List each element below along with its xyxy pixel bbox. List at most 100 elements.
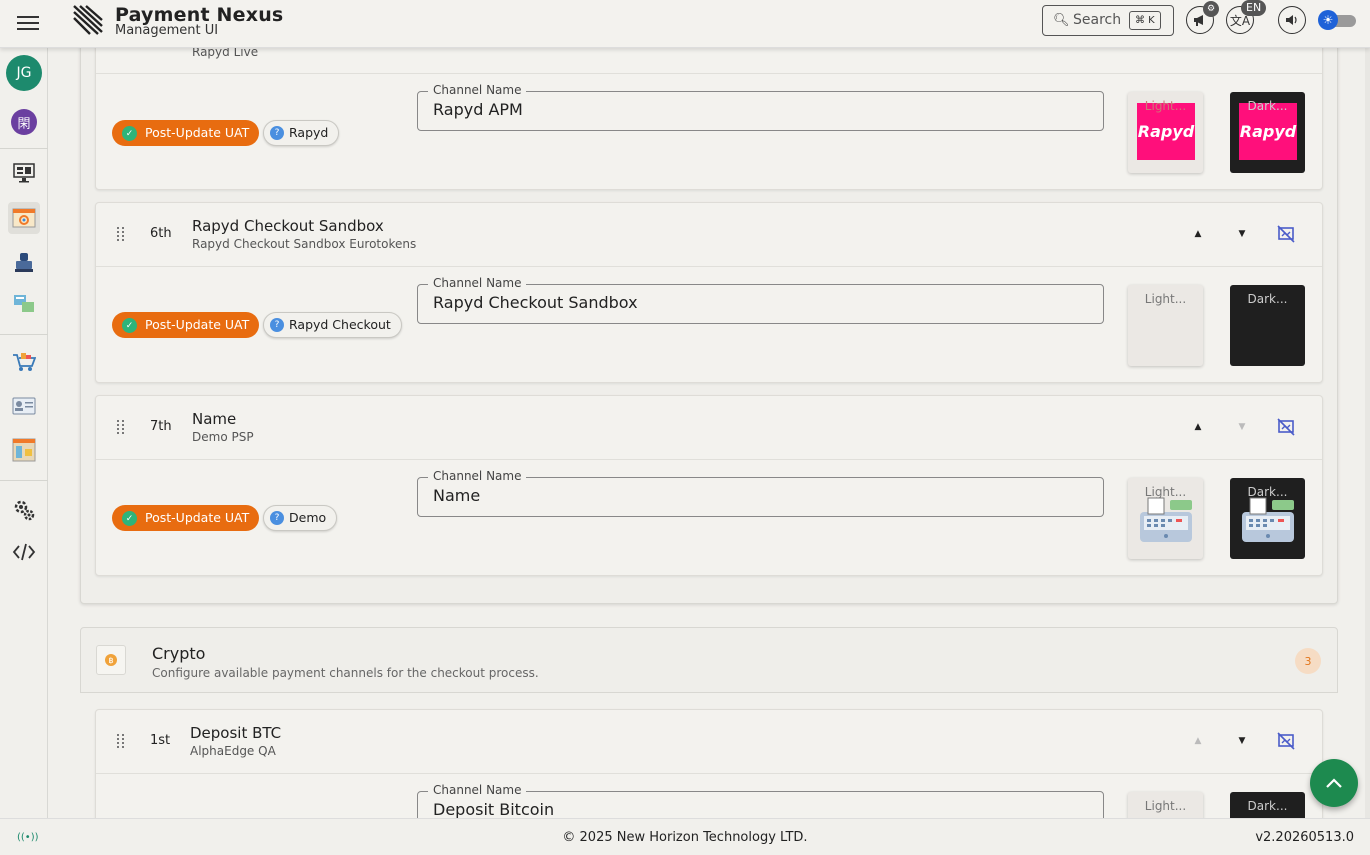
dark-label: Dark... bbox=[1247, 799, 1288, 813]
sidebar-item-settings[interactable] bbox=[8, 494, 40, 526]
sound-button[interactable] bbox=[1278, 6, 1306, 34]
dark-logo-tile[interactable]: Rapyd Dark... bbox=[1230, 92, 1305, 173]
drag-handle-icon[interactable] bbox=[117, 734, 127, 748]
move-up-icon[interactable]: ▲ bbox=[1189, 418, 1207, 436]
sidebar-item-integrations[interactable] bbox=[8, 288, 40, 320]
channel-subtitle: AlphaEdge QA bbox=[190, 744, 276, 758]
channel-name-input[interactable] bbox=[433, 100, 1083, 119]
psp-label: Demo bbox=[289, 510, 327, 525]
sidebar-item-shop[interactable] bbox=[8, 346, 40, 378]
sidebar-item-reports[interactable] bbox=[8, 434, 40, 466]
help-icon: ? bbox=[270, 511, 284, 525]
sidebar-item-contacts[interactable] bbox=[8, 390, 40, 422]
uat-label: Post-Update UAT bbox=[145, 510, 250, 525]
menu-icon[interactable] bbox=[17, 13, 39, 33]
drag-handle-icon[interactable] bbox=[117, 420, 127, 434]
light-logo-tile[interactable]: Light... bbox=[1128, 478, 1203, 559]
uat-label: Post-Update UAT bbox=[145, 125, 250, 140]
channel-name-field[interactable]: Channel Name bbox=[417, 83, 1104, 131]
uat-status-chip[interactable]: ✓ Post-Update UAT bbox=[112, 312, 260, 338]
sidebar-item-terminal[interactable] bbox=[8, 246, 40, 278]
channel-name-input[interactable] bbox=[433, 486, 1083, 505]
checkout-settings-icon bbox=[12, 208, 36, 228]
field-label: Channel Name bbox=[428, 469, 527, 483]
sun-icon: ☀ bbox=[1318, 10, 1338, 30]
search-icon: 🔍︎ bbox=[1053, 13, 1070, 28]
language-badge: EN bbox=[1241, 0, 1267, 16]
crypto-section-header: ฿ Crypto Configure available payment cha… bbox=[80, 627, 1338, 693]
org-switcher[interactable]: 閑 bbox=[11, 109, 37, 135]
reports-icon bbox=[12, 438, 36, 462]
code-icon bbox=[12, 543, 36, 561]
dark-label: Dark... bbox=[1247, 292, 1288, 306]
channel-order: 6th bbox=[150, 226, 172, 241]
channel-name-field[interactable]: Channel Name bbox=[417, 276, 1104, 324]
bitcoin-icon: ฿ bbox=[96, 645, 126, 675]
light-label: Light... bbox=[1144, 799, 1187, 813]
top-bar: Payment Nexus Management UI 🔍︎ Search ⌘ … bbox=[0, 0, 1370, 48]
psp-chip[interactable]: ? Demo bbox=[263, 505, 338, 531]
psp-chip[interactable]: ? Rapyd Checkout bbox=[263, 312, 402, 338]
search-input[interactable]: 🔍︎ Search ⌘ K bbox=[1042, 5, 1174, 36]
move-down-icon[interactable]: ▼ bbox=[1233, 225, 1251, 243]
sidebar-item-developer[interactable] bbox=[8, 536, 40, 568]
sidebar-item-dashboard[interactable] bbox=[8, 157, 40, 189]
channel-name-field[interactable]: Channel Name bbox=[417, 469, 1104, 517]
uat-label: Post-Update UAT bbox=[145, 317, 250, 332]
integrations-icon bbox=[14, 295, 34, 312]
field-label: Channel Name bbox=[428, 83, 527, 97]
chevron-up-icon bbox=[1326, 778, 1342, 788]
settings-gears-icon bbox=[14, 500, 35, 521]
visibility-off-icon[interactable] bbox=[1277, 732, 1295, 750]
light-logo-tile[interactable]: Light... bbox=[1128, 285, 1203, 366]
app-version: v2.20260513.0 bbox=[1255, 830, 1354, 845]
field-label: Channel Name bbox=[428, 276, 527, 290]
move-down-icon: ▼ bbox=[1238, 422, 1246, 432]
search-shortcut: ⌘ K bbox=[1129, 11, 1161, 30]
move-down-icon[interactable]: ▼ bbox=[1233, 732, 1251, 750]
cash-register-icon bbox=[1242, 497, 1294, 542]
channel-subtitle: Rapyd Checkout Sandbox Eurotokens bbox=[192, 237, 417, 251]
shopping-cart-icon bbox=[13, 353, 36, 371]
light-logo-tile[interactable]: Rapyd Light... bbox=[1128, 92, 1203, 173]
check-icon: ✓ bbox=[122, 126, 137, 141]
psp-label: Rapyd bbox=[289, 125, 329, 140]
channel-subtitle: Demo PSP bbox=[192, 430, 254, 444]
scrollbar[interactable] bbox=[1365, 48, 1370, 820]
channel-count-badge: 3 bbox=[1295, 648, 1321, 674]
channel-card-rapyd-checkout: 6th Rapyd Checkout Sandbox Rapyd Checkou… bbox=[95, 202, 1323, 383]
help-icon: ? bbox=[270, 318, 284, 332]
monitor-icon bbox=[13, 163, 35, 183]
channel-name-input[interactable] bbox=[433, 800, 1083, 819]
channel-title: Deposit BTC bbox=[190, 724, 282, 742]
dark-logo-tile[interactable]: Dark... bbox=[1230, 285, 1305, 366]
move-up-icon[interactable]: ▲ bbox=[1189, 225, 1207, 243]
dark-logo-tile[interactable]: Dark... bbox=[1230, 478, 1305, 559]
scroll-to-top-button[interactable] bbox=[1310, 759, 1358, 807]
cash-register-icon bbox=[1140, 497, 1192, 542]
logo-icon bbox=[73, 5, 103, 35]
light-label: Light... bbox=[1144, 292, 1187, 306]
channel-name-input[interactable] bbox=[433, 293, 1083, 312]
channel-title: Name bbox=[192, 410, 237, 428]
uat-status-chip[interactable]: ✓ Post-Update UAT bbox=[112, 120, 260, 146]
psp-label: Rapyd Checkout bbox=[289, 317, 391, 332]
copyright: © 2025 New Horizon Technology LTD. bbox=[562, 830, 808, 845]
theme-toggle[interactable]: ☀ bbox=[1318, 10, 1356, 30]
avatar[interactable]: JG bbox=[6, 55, 42, 91]
id-card-icon bbox=[12, 397, 36, 415]
psp-chip[interactable]: ? Rapyd bbox=[263, 120, 340, 146]
notification-badge-icon: ⚙ bbox=[1203, 1, 1219, 17]
footer: ((•)) © 2025 New Horizon Technology LTD.… bbox=[0, 818, 1370, 855]
field-label: Channel Name bbox=[428, 783, 527, 797]
visibility-off-icon[interactable] bbox=[1277, 418, 1295, 436]
uat-status-chip[interactable]: ✓ Post-Update UAT bbox=[112, 505, 260, 531]
channel-order: 1st bbox=[150, 733, 171, 748]
visibility-off-icon[interactable] bbox=[1277, 225, 1295, 243]
move-up-icon: ▲ bbox=[1194, 736, 1202, 746]
speaker-icon bbox=[1286, 15, 1297, 25]
terminal-icon bbox=[15, 253, 33, 272]
dark-label: Dark... bbox=[1247, 99, 1288, 113]
sidebar-item-checkout[interactable] bbox=[8, 202, 40, 234]
drag-handle-icon[interactable] bbox=[117, 227, 127, 241]
